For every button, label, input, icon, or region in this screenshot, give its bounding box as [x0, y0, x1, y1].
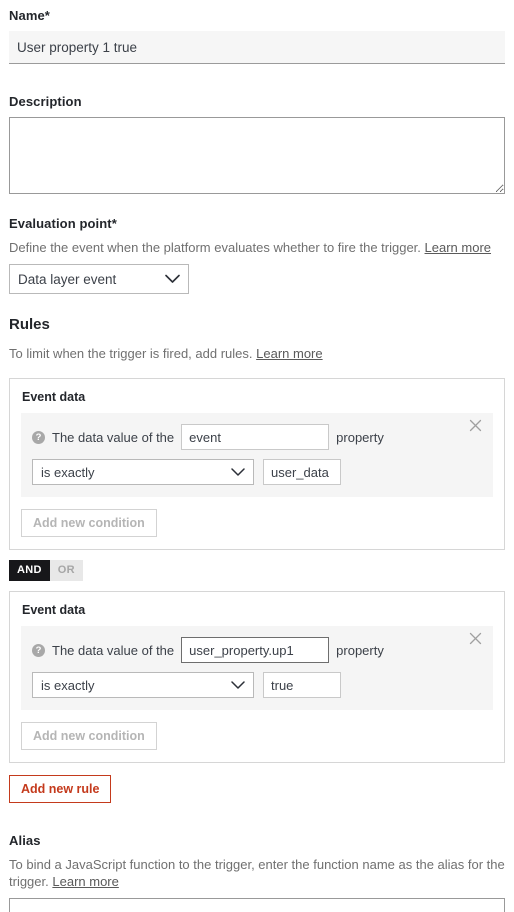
condition-operator-wrapper: is exactly [32, 672, 254, 698]
rules-section: Rules To limit when the trigger is fired… [9, 316, 505, 803]
condition-row: ? The data value of the property is exac… [21, 626, 493, 710]
condition-value-input[interactable] [263, 672, 341, 698]
add-new-condition-button[interactable]: Add new condition [21, 509, 157, 537]
help-circle-icon[interactable]: ? [32, 430, 45, 444]
name-field-group: Name* [9, 8, 505, 64]
alias-section: Alias To bind a JavaScript function to t… [9, 833, 505, 912]
condition-prefix-text: The data value of the [52, 642, 175, 658]
help-circle-icon[interactable]: ? [32, 643, 45, 657]
evaluation-point-select[interactable]: Data layer event [9, 264, 189, 294]
condition-prefix-text: The data value of the [52, 429, 175, 445]
evaluation-point-helper-text: Define the event when the platform evalu… [9, 240, 421, 255]
evaluation-point-helper: Define the event when the platform evalu… [9, 239, 505, 256]
name-label: Name* [9, 8, 50, 23]
alias-input[interactable] [9, 898, 505, 912]
condition-line-operator: is exactly [32, 672, 482, 698]
alias-learn-more-link[interactable]: Learn more [52, 874, 118, 889]
name-input[interactable] [9, 31, 505, 64]
description-field-group: Description [9, 94, 505, 194]
condition-operator-select[interactable]: is exactly [32, 459, 254, 485]
condition-value-input[interactable] [263, 459, 341, 485]
condition-property-input[interactable] [181, 424, 330, 450]
close-icon[interactable] [469, 419, 485, 435]
condition-suffix-text: property [336, 642, 384, 658]
connector-and-button[interactable]: AND [9, 560, 50, 581]
evaluation-point-learn-more-link[interactable]: Learn more [425, 240, 491, 255]
connector-toggle: AND OR [9, 560, 83, 581]
evaluation-point-group: Evaluation point* Define the event when … [9, 216, 505, 294]
rule-card: Event data ? The data value of the prope… [9, 591, 505, 763]
condition-line-property: ? The data value of the property [32, 637, 482, 663]
description-label: Description [9, 94, 82, 109]
condition-operator-select[interactable]: is exactly [32, 672, 254, 698]
condition-suffix-text: property [336, 429, 384, 445]
connector-or-button[interactable]: OR [49, 560, 83, 581]
condition-operator-wrapper: is exactly [32, 459, 254, 485]
rules-helper-text: To limit when the trigger is fired, add … [9, 346, 253, 361]
rules-title: Rules [9, 316, 50, 333]
condition-line-operator: is exactly [32, 459, 482, 485]
rules-helper: To limit when the trigger is fired, add … [9, 345, 505, 362]
alias-helper: To bind a JavaScript function to the tri… [9, 856, 505, 890]
add-new-rule-button[interactable]: Add new rule [9, 775, 112, 803]
rule-card-title: Event data [22, 603, 86, 617]
condition-property-input[interactable] [181, 637, 330, 663]
alias-label: Alias [9, 833, 41, 848]
condition-row: ? The data value of the property is exac… [21, 413, 493, 497]
evaluation-point-select-wrapper: Data layer event [9, 264, 189, 294]
rules-learn-more-link[interactable]: Learn more [256, 346, 322, 361]
add-new-condition-button[interactable]: Add new condition [21, 722, 157, 750]
close-icon[interactable] [469, 632, 485, 648]
rule-card: Event data ? The data value of the prope… [9, 378, 505, 550]
condition-line-property: ? The data value of the property [32, 424, 482, 450]
rule-card-title: Event data [22, 390, 86, 404]
evaluation-point-label: Evaluation point* [9, 216, 117, 231]
trigger-form: Name* Description Evaluation point* Defi… [0, 0, 514, 912]
description-textarea[interactable] [9, 117, 505, 194]
